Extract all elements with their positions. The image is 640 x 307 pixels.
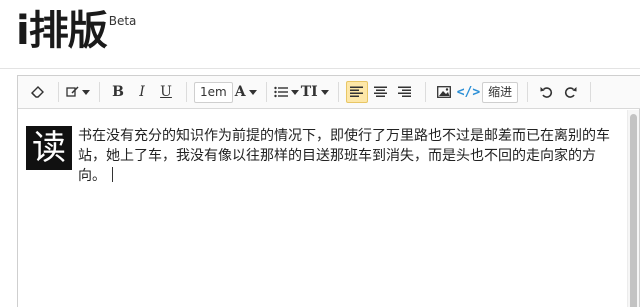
align-center-icon: [374, 86, 388, 97]
bold-button[interactable]: B: [107, 81, 129, 103]
logo[interactable]: i排版 Beta: [16, 8, 136, 54]
text-size-label: TI: [300, 84, 318, 100]
editor-content[interactable]: 读 书在没有充分的知识作为前提的情况下，即使行了万里路也不过是邮差而已在离别的车…: [26, 126, 616, 186]
redo-icon: [564, 87, 577, 98]
chevron-down-icon: [82, 89, 90, 95]
toolbar-separator: [99, 82, 100, 102]
image-icon: [436, 86, 451, 98]
font-color-label: A: [234, 84, 246, 100]
toolbar-separator: [186, 82, 187, 102]
text-size-dropdown[interactable]: TI: [301, 81, 329, 103]
redo-button[interactable]: [559, 81, 581, 103]
align-left-button[interactable]: [345, 81, 368, 103]
undo-button[interactable]: [535, 81, 557, 103]
list-dropdown[interactable]: [274, 81, 299, 103]
list-icon: [274, 86, 288, 98]
eraser-icon: [31, 86, 44, 98]
editor-scrollbar[interactable]: [627, 110, 639, 307]
toolbar-separator: [590, 82, 592, 102]
underline-button[interactable]: U: [155, 81, 177, 103]
insert-image-button[interactable]: [433, 81, 455, 103]
font-size-select[interactable]: 1em: [194, 81, 233, 103]
undo-icon: [540, 87, 552, 98]
toolbar-separator: [58, 82, 59, 102]
code-view-button[interactable]: </>: [457, 81, 480, 103]
brush-icon: [66, 86, 79, 97]
editor-toolbar: B I U 1em A TI </> 缩进: [18, 76, 640, 109]
toolbar-separator: [424, 82, 426, 102]
align-center-button[interactable]: [370, 81, 392, 103]
toolbar-separator: [265, 82, 267, 102]
beta-badge: Beta: [108, 14, 137, 28]
app-header: i排版 Beta: [0, 0, 640, 68]
text-cursor: [112, 167, 113, 182]
eraser-button[interactable]: [27, 81, 49, 103]
logo-text: i排版: [16, 8, 108, 54]
font-color-dropdown[interactable]: A: [235, 81, 257, 103]
header-divider: [0, 68, 640, 69]
align-right-button[interactable]: [394, 81, 416, 103]
scrollbar-thumb[interactable]: [630, 114, 637, 307]
toolbar-separator: [527, 82, 529, 102]
italic-button[interactable]: I: [131, 81, 153, 103]
brush-dropdown[interactable]: [66, 81, 90, 103]
align-right-icon: [398, 86, 412, 97]
chevron-down-icon: [248, 89, 257, 95]
chevron-down-icon: [320, 89, 329, 95]
indent-button[interactable]: 缩进: [482, 81, 519, 103]
editor-body-text: 书在没有充分的知识作为前提的情况下，即使行了万里路也不过是邮差而已在离别的车站，…: [78, 128, 610, 184]
chevron-down-icon: [290, 89, 299, 95]
rich-text-editor: B I U 1em A TI </> 缩进 读 书在没有充分的知识作为前提的情况…: [17, 75, 640, 307]
align-left-icon: [350, 86, 364, 97]
toolbar-separator: [337, 82, 339, 102]
dropcap: 读: [26, 126, 72, 170]
